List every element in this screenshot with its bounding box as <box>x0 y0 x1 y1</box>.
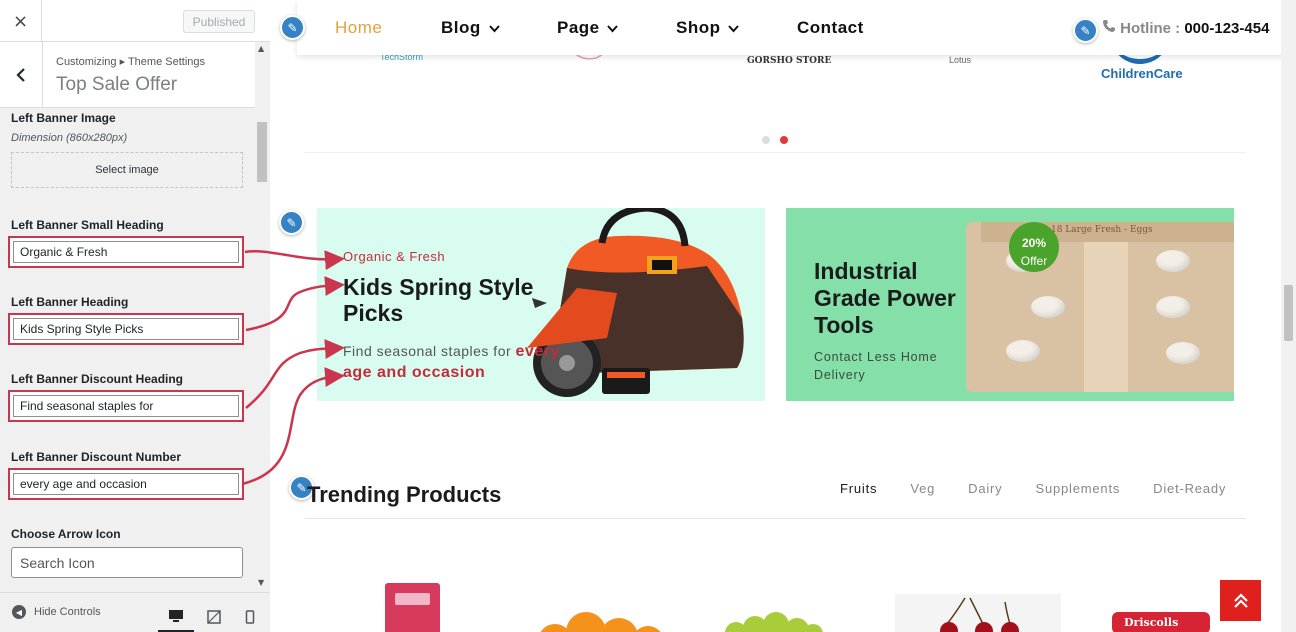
carousel-dot[interactable] <box>762 136 770 144</box>
left-banner-discount-heading: Find seasonal staples for <box>343 343 516 359</box>
tab-supplements[interactable]: Supplements <box>1035 481 1120 496</box>
discount-heading-field[interactable]: Find seasonal staples for <box>8 390 244 422</box>
tab-veg[interactable]: Veg <box>910 481 935 496</box>
heading-field[interactable]: Kids Spring Style Picks <box>8 313 244 345</box>
section-header: Customizing ▸ Theme Settings Top Sale Of… <box>0 42 255 108</box>
left-banner-discount: Find seasonal staples for every age and … <box>343 341 583 383</box>
heading-label: Left Banner Heading <box>11 295 129 309</box>
nav-home[interactable]: Home <box>335 18 382 38</box>
left-banner-small-heading: Organic & Fresh <box>343 249 446 264</box>
product-image[interactable] <box>538 612 666 632</box>
carousel-pagination <box>762 136 788 144</box>
scrollbar-thumb[interactable] <box>1284 285 1293 341</box>
offer-value: 20% <box>1021 236 1047 250</box>
right-banner-heading: Industrial Grade Power Tools <box>814 258 956 338</box>
brand-logo: ChildrenCare <box>1101 66 1183 81</box>
main-navigation: Home Blog Page Shop Contact Hotline : 00… <box>297 0 1293 55</box>
trending-divider <box>305 518 1246 519</box>
nav-shop[interactable]: Shop <box>676 18 740 38</box>
trending-title: Trending Products <box>307 482 502 507</box>
scrollbar-thumb[interactable] <box>257 122 267 182</box>
hide-controls-label: Hide Controls <box>34 606 101 618</box>
double-chevron-up-icon <box>1233 592 1248 608</box>
discount-number-label: Left Banner Discount Number <box>11 450 182 464</box>
product-image[interactable] <box>725 612 825 632</box>
hotline: Hotline : 000-123-454 <box>1102 19 1269 37</box>
hotline-label: Hotline : <box>1120 20 1185 37</box>
left-banner[interactable]: Organic & Fresh Kids Spring Style Picks … <box>317 208 765 401</box>
customizer-screen: × Published Customizing ▸ Theme Settings… <box>0 0 1296 632</box>
discount-heading-input[interactable]: Find seasonal staples for <box>13 395 239 417</box>
product-image[interactable] <box>895 594 1061 632</box>
edit-shortcut-icon[interactable]: ✎ <box>280 15 305 40</box>
product-brand-text: Driscolls <box>1124 616 1179 629</box>
arrow-icon-label: Choose Arrow Icon <box>11 527 121 541</box>
egg-carton-image: 18 Large Fresh - Eggs <box>966 222 1234 392</box>
egg-carton-text: 18 Large Fresh - Eggs <box>1051 225 1153 235</box>
nav-contact[interactable]: Contact <box>797 18 864 38</box>
breadcrumb: Customizing ▸ Theme Settings <box>56 56 205 68</box>
heading-input[interactable]: Kids Spring Style Picks <box>13 318 239 340</box>
discount-heading-label: Left Banner Discount Heading <box>11 372 184 386</box>
back-to-top-button[interactable] <box>1220 580 1261 621</box>
carousel-dot-active[interactable] <box>780 136 788 144</box>
product-image[interactable] <box>385 583 440 632</box>
edit-shortcut-icon[interactable]: ✎ <box>279 210 304 235</box>
site-preview: TechStorm GORSHO STORE Lotus ChildrenCar… <box>270 0 1296 632</box>
chevron-down-icon <box>725 22 740 36</box>
egg-carton-spine <box>1084 242 1128 392</box>
right-banner[interactable]: 18 Large Fresh - Eggs 20% Offer Industri… <box>786 208 1234 401</box>
product-image[interactable]: Driscolls <box>1102 604 1218 632</box>
customizer-controls: Left Banner Image Dimension (860x280px) … <box>0 108 255 592</box>
nav-blog[interactable]: Blog <box>441 18 500 38</box>
preview-scrollbar[interactable] <box>1281 0 1296 632</box>
hide-controls-button[interactable]: ◀ Hide Controls <box>12 605 101 619</box>
tablet-preview-icon[interactable] <box>196 601 232 632</box>
small-heading-field[interactable]: Organic & Fresh <box>8 236 244 268</box>
customizer-footer: ◀ Hide Controls <box>0 592 270 632</box>
small-heading-input[interactable]: Organic & Fresh <box>13 241 239 263</box>
hotline-number[interactable]: 000-123-454 <box>1184 20 1269 37</box>
nav-shop-label: Shop <box>676 18 721 37</box>
left-banner-heading: Kids Spring Style Picks <box>343 274 534 326</box>
offer-label: Offer <box>1020 254 1048 268</box>
product-brand-label: Driscolls <box>1112 612 1210 632</box>
right-banner-subtext: Contact Less Home Delivery <box>814 350 938 382</box>
customizer-header-bar: × Published <box>0 0 270 42</box>
left-banner-image-description: Dimension (860x280px) <box>11 132 128 144</box>
left-banner-image-label: Left Banner Image <box>11 111 116 125</box>
tab-fruits[interactable]: Fruits <box>840 481 877 496</box>
brand-logo: Lotus <box>949 55 972 65</box>
brand-logo: GORSHO STORE <box>747 56 832 66</box>
tab-diet-ready[interactable]: Diet-Ready <box>1153 481 1226 496</box>
chevron-down-icon <box>604 22 619 36</box>
phone-icon <box>1102 20 1120 37</box>
section-divider <box>305 152 1246 153</box>
close-icon[interactable]: × <box>0 0 42 42</box>
small-heading-label: Left Banner Small Heading <box>11 218 164 232</box>
back-arrow-icon[interactable] <box>0 42 43 108</box>
nav-blog-label: Blog <box>441 18 481 37</box>
nav-page[interactable]: Page <box>557 18 619 38</box>
tab-dairy[interactable]: Dairy <box>968 481 1002 496</box>
desktop-preview-icon[interactable] <box>158 601 194 632</box>
published-button[interactable]: Published <box>183 10 255 33</box>
customizer-sidebar: × Published Customizing ▸ Theme Settings… <box>0 0 270 632</box>
select-image-button[interactable]: Select image <box>11 152 243 188</box>
offer-badge: 20% Offer <box>1009 222 1059 272</box>
chevron-down-icon <box>485 22 500 36</box>
collapse-icon: ◀ <box>12 605 26 619</box>
trending-tabs: Fruits Veg Dairy Supplements Diet-Ready <box>840 481 1259 496</box>
scroll-down-icon[interactable]: ▼ <box>258 578 264 587</box>
sidebar-scrollbar[interactable]: ▲ ▼ <box>255 42 270 592</box>
mobile-preview-icon[interactable] <box>232 601 268 632</box>
nav-page-label: Page <box>557 18 600 37</box>
section-title: Top Sale Offer <box>56 74 178 95</box>
search-icon-input[interactable]: Search Icon <box>11 547 243 578</box>
scroll-up-icon[interactable]: ▲ <box>258 44 264 53</box>
discount-number-input[interactable]: every age and occasion <box>13 473 239 495</box>
discount-number-field[interactable]: every age and occasion <box>8 468 244 500</box>
edit-shortcut-icon[interactable]: ✎ <box>1073 18 1098 43</box>
